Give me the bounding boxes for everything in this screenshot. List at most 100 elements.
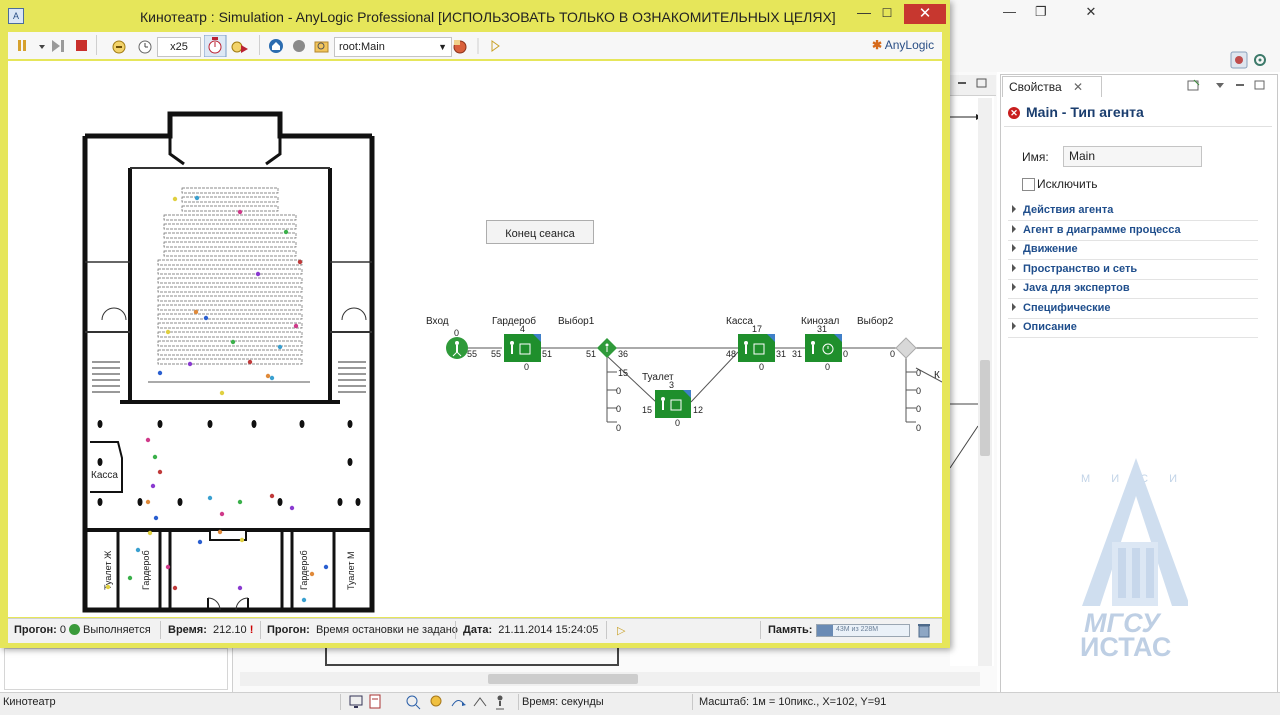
stop-value: Время остановки не задано xyxy=(315,624,458,636)
close-button[interactable]: ✕ xyxy=(904,4,946,24)
zoom-fit-icon[interactable] xyxy=(406,695,421,710)
monitor-icon[interactable] xyxy=(349,695,363,708)
select-output-vybor2[interactable] xyxy=(895,337,917,359)
name-field[interactable] xyxy=(1063,146,1202,167)
editor-vscroll-thumb[interactable] xyxy=(980,360,990,456)
seat-row xyxy=(163,250,297,257)
column xyxy=(97,458,103,466)
section-description[interactable]: Описание xyxy=(1008,318,1258,338)
expand-arrow-icon xyxy=(1012,244,1016,252)
agent-dot xyxy=(297,259,303,265)
kinozal-count: 31 xyxy=(817,324,827,334)
statusbar-scale: Масштаб: 1м = 10пикс., X=102, Y=91 xyxy=(699,696,887,708)
toilet-w-label: Туалет Ж xyxy=(103,550,113,590)
section-agent-actions[interactable]: Действия агента xyxy=(1008,201,1258,221)
chevron-down-icon: ▼ xyxy=(438,42,447,52)
properties-title: Main - Тип агента xyxy=(1026,104,1144,120)
maximize-button[interactable]: ☐ xyxy=(880,6,894,20)
run-label: Прогон: xyxy=(14,624,57,636)
close-icon[interactable]: ✕ xyxy=(1073,80,1083,94)
path-icon[interactable] xyxy=(473,697,487,707)
kassa-bottom: 0 xyxy=(759,362,764,372)
seat-row xyxy=(163,223,297,230)
home-view-icon[interactable] xyxy=(269,39,283,53)
view-menu-icon[interactable] xyxy=(1216,83,1224,88)
divider xyxy=(760,621,761,639)
agent-dot xyxy=(145,499,151,505)
tab-properties[interactable]: Свойства ✕ xyxy=(1002,76,1102,97)
service-tualet[interactable] xyxy=(655,390,691,418)
maximize-icon[interactable] xyxy=(1254,80,1265,90)
section-java-experts[interactable]: Java для экспертов xyxy=(1008,279,1258,299)
date-label: Дата: xyxy=(463,624,493,636)
seat-row xyxy=(157,349,303,356)
camera-icon[interactable] xyxy=(293,40,305,52)
seat-row xyxy=(163,214,297,221)
divider xyxy=(96,35,97,55)
minimize-button[interactable]: — xyxy=(857,5,871,21)
vybor2-branch-3: 0 xyxy=(916,404,921,414)
minimize-icon[interactable] xyxy=(1236,84,1244,86)
play-outline-icon[interactable] xyxy=(491,40,500,52)
time-value: 212.10 xyxy=(212,624,247,636)
perspective-switcher xyxy=(1222,48,1280,72)
divider xyxy=(692,694,693,710)
section-specific[interactable]: Специфические xyxy=(1008,299,1258,319)
trash-icon[interactable] xyxy=(917,622,931,638)
section-space-network[interactable]: Пространство и сеть xyxy=(1008,260,1258,280)
time-label: Время: xyxy=(168,624,207,636)
gear-icon[interactable] xyxy=(1254,54,1266,66)
vhod-label: Вход xyxy=(426,316,449,327)
agent-dot xyxy=(165,564,171,570)
pin-icon[interactable] xyxy=(1187,79,1200,91)
agent-dots xyxy=(105,195,329,603)
speed-field[interactable]: x25 xyxy=(157,37,201,57)
time-status: Время: 212.10 ! xyxy=(168,624,253,636)
run-to-icon[interactable] xyxy=(231,41,248,53)
divider xyxy=(1004,126,1272,127)
play-outline-icon[interactable]: ▷ xyxy=(617,624,625,637)
section-process-diagram[interactable]: Агент в диаграмме процесса xyxy=(1008,221,1258,241)
seat-row xyxy=(157,295,303,302)
service-kassa[interactable] xyxy=(738,334,775,362)
section-movement[interactable]: Движение xyxy=(1008,240,1258,260)
experiment-icon[interactable] xyxy=(453,40,467,54)
ide-restore-button[interactable]: ❐ xyxy=(1035,4,1047,20)
exclude-label: Исключить xyxy=(1037,177,1098,191)
ide-close-button[interactable]: ✕ xyxy=(1072,4,1110,20)
delay-kinozal[interactable] xyxy=(805,334,842,362)
realtime-icon[interactable] xyxy=(138,40,152,54)
step-icon[interactable] xyxy=(52,40,64,52)
editor-maximize-icon[interactable] xyxy=(976,78,987,88)
route-icon[interactable] xyxy=(451,700,466,707)
zoom-in-icon[interactable] xyxy=(430,695,442,707)
slower-icon[interactable] xyxy=(112,40,126,54)
memory-bar-fill xyxy=(817,625,833,636)
agent-dot xyxy=(207,495,213,501)
source-vhod[interactable] xyxy=(446,337,468,359)
ide-minimize-button[interactable]: — xyxy=(1003,4,1016,19)
divider xyxy=(160,621,161,639)
agent-dot xyxy=(153,515,159,521)
pause-icon[interactable] xyxy=(18,40,26,51)
column xyxy=(337,498,343,506)
editor-hscroll-thumb[interactable] xyxy=(488,674,638,684)
person-icon[interactable] xyxy=(496,695,504,710)
exclude-checkbox[interactable] xyxy=(1022,178,1035,191)
service-garderob[interactable] xyxy=(504,334,541,362)
stop-label: Прогон: xyxy=(267,624,310,636)
garderob-count: 4 xyxy=(520,324,525,334)
document-icon[interactable] xyxy=(369,694,381,709)
seat-row xyxy=(163,232,297,239)
agent-dot xyxy=(237,499,243,505)
folder-search-icon[interactable] xyxy=(314,41,329,53)
process-flowchart: Вход 0 55 Гардероб 4 55 51 0 Выбор1 51 3… xyxy=(426,315,942,433)
agent-dot xyxy=(193,309,199,315)
end-session-button[interactable]: Конец сеанса xyxy=(486,220,594,244)
agent-navigator-select[interactable]: root:Main ▼ xyxy=(334,37,452,57)
agent-dot xyxy=(194,195,200,201)
select-output-vybor1[interactable] xyxy=(597,338,617,358)
stop-icon[interactable] xyxy=(76,40,87,51)
editor-minimize-icon[interactable] xyxy=(958,82,966,84)
chevron-down-icon[interactable] xyxy=(39,45,45,49)
